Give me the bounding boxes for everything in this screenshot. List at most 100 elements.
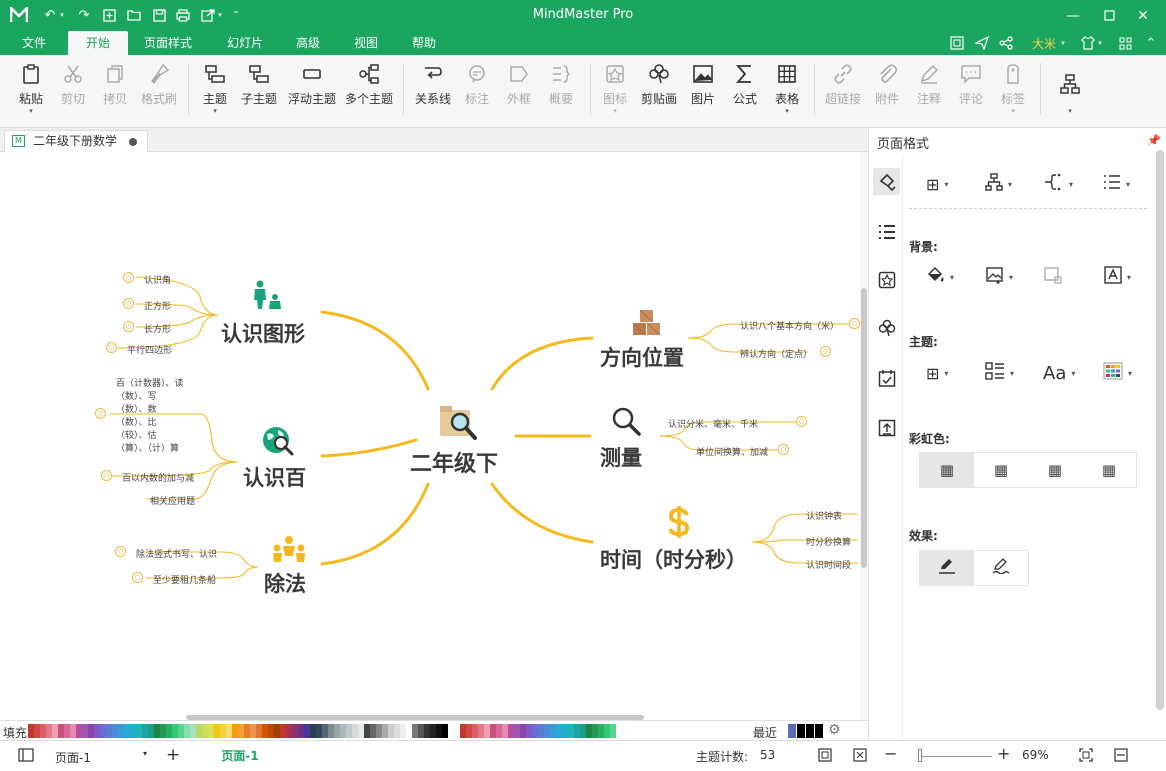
structure-button[interactable]: ▾ bbox=[985, 172, 1012, 196]
color-swatches[interactable] bbox=[28, 724, 616, 738]
boundary-button[interactable]: 外框 bbox=[502, 63, 536, 121]
subtopic-eight-directions[interactable]: 认识八个基本方向（米） bbox=[740, 319, 839, 332]
layout-button[interactable]: ▾ bbox=[1055, 63, 1085, 121]
fullscreen-icon[interactable] bbox=[949, 35, 965, 51]
mindmap-canvas[interactable]: 二年级下 认识图形 ○ 认识角 ○ 正方形 ○ 长方形 ○ 平行四边形 认识百 … bbox=[0, 152, 868, 720]
subtopic-square[interactable]: 正方形 bbox=[144, 299, 171, 312]
connector-style-button[interactable]: ▾ bbox=[1044, 172, 1073, 196]
subtopic-boats[interactable]: 至少要租几条船 bbox=[153, 573, 216, 586]
effect-normal-option[interactable] bbox=[920, 551, 974, 585]
page-panel-icon[interactable] bbox=[18, 747, 34, 763]
subtopic-parallelogram[interactable]: 平行四边形 bbox=[127, 343, 172, 356]
watermark-button[interactable]: ▾ bbox=[1104, 265, 1131, 289]
subtopic-time-conversion[interactable]: 时分秒换算 bbox=[806, 535, 851, 548]
share-icon[interactable] bbox=[998, 35, 1014, 51]
comment-button[interactable]: 评论 bbox=[954, 63, 988, 121]
zoom-level[interactable]: 69% bbox=[1022, 748, 1049, 762]
collapse-panel-icon[interactable] bbox=[1113, 747, 1129, 763]
subtopic-time-period[interactable]: 认识时间段 bbox=[806, 558, 851, 571]
collapse-ribbon-icon[interactable]: ⌃ bbox=[1143, 35, 1159, 51]
tab-view[interactable]: 视图 bbox=[344, 31, 388, 55]
formula-button[interactable]: 公式 bbox=[730, 63, 760, 121]
topic-direction[interactable]: 方向位置 bbox=[600, 342, 684, 372]
export-panel-icon[interactable] bbox=[873, 414, 900, 441]
subtopic-long-division[interactable]: 除法竖式书写、认识 bbox=[136, 547, 217, 560]
rainbow-option-2[interactable]: ▦ bbox=[974, 453, 1028, 487]
recent-color-swatches[interactable] bbox=[788, 724, 824, 738]
attachment-button[interactable]: 附件 bbox=[870, 63, 904, 121]
cut-button[interactable]: 剪切 bbox=[56, 63, 90, 121]
pin-icon[interactable]: 📌 bbox=[1147, 134, 1161, 147]
callout-button[interactable]: 标注 bbox=[460, 63, 494, 121]
user-name[interactable]: 大米 bbox=[1032, 35, 1056, 52]
subtopic-rectangle[interactable]: 长方形 bbox=[144, 322, 171, 335]
summary-button[interactable]: 概要 bbox=[544, 63, 578, 121]
subtopic-word-problems[interactable]: 相关应用题 bbox=[150, 494, 195, 507]
skin-icon[interactable] bbox=[1080, 35, 1096, 51]
rainbow-option-4[interactable]: ▦ bbox=[1082, 453, 1136, 487]
zoom-slider-track[interactable] bbox=[920, 756, 992, 757]
outline-list-icon[interactable] bbox=[873, 218, 900, 245]
subtopic-angle[interactable]: 认识角 bbox=[144, 273, 171, 286]
subtopic-addition[interactable]: 百以内数的加与减 bbox=[122, 471, 194, 484]
tab-file[interactable]: 文件 bbox=[12, 31, 56, 55]
apps-grid-icon[interactable] bbox=[1117, 35, 1133, 51]
background-image-button[interactable]: ▾ bbox=[986, 265, 1013, 289]
icon-button[interactable]: 图标 ▾ bbox=[598, 63, 632, 121]
subtopic-identify-direction[interactable]: 辨认方向（定点） bbox=[740, 347, 812, 360]
fit-window-icon[interactable] bbox=[1078, 747, 1094, 763]
clipart-button[interactable]: 剪贴画 bbox=[638, 63, 680, 121]
send-icon[interactable] bbox=[974, 35, 990, 51]
remove-background-image-button[interactable] bbox=[1044, 265, 1062, 289]
clipart-panel-icon[interactable] bbox=[873, 314, 900, 341]
skin-dropdown-icon[interactable]: ▾ bbox=[1096, 35, 1104, 51]
topic-time[interactable]: 时间（时分秒） bbox=[600, 544, 747, 574]
relationship-button[interactable]: 关系线 bbox=[412, 63, 454, 121]
unsaved-dot-icon[interactable] bbox=[129, 138, 137, 146]
page-select[interactable]: 页面-1 ▾ bbox=[50, 746, 154, 766]
copy-button[interactable]: 拷贝 bbox=[98, 63, 132, 121]
subtopic-units[interactable]: 认识分米、毫米、千米 bbox=[668, 417, 758, 430]
image-button[interactable]: 图片 bbox=[688, 63, 718, 121]
central-topic[interactable]: 二年级下 bbox=[410, 446, 498, 478]
tab-slides[interactable]: 幻灯片 bbox=[220, 31, 270, 55]
layout-style-button[interactable]: ⊞ ▾ bbox=[926, 172, 948, 196]
theme-font-button[interactable]: Aa ▾ bbox=[1043, 361, 1075, 385]
tab-home[interactable]: 开始 bbox=[68, 31, 128, 55]
canvas-vertical-scroll-thumb[interactable] bbox=[861, 288, 867, 568]
topic-division[interactable]: 除法 bbox=[264, 568, 306, 598]
theme-color-button[interactable]: ▾ bbox=[1103, 361, 1132, 385]
document-tab[interactable]: M 二年级下册数学 bbox=[4, 130, 148, 152]
paste-button[interactable]: 粘贴 ▾ bbox=[14, 63, 48, 121]
user-dropdown-icon[interactable]: ▾ bbox=[1059, 35, 1067, 51]
effect-hand-drawn-option[interactable] bbox=[974, 551, 1028, 585]
numbering-button[interactable]: ▾ bbox=[1103, 172, 1130, 196]
tag-button[interactable]: 标签 ▾ bbox=[996, 63, 1030, 121]
page-tab-active[interactable]: 页面-1 bbox=[210, 746, 270, 766]
tab-advanced[interactable]: 高级 bbox=[286, 31, 330, 55]
zoom-in-icon[interactable]: + bbox=[997, 744, 1010, 763]
format-painter-button[interactable]: 格式刷 bbox=[138, 63, 180, 121]
subtopic-clock[interactable]: 认识钟表 bbox=[806, 509, 842, 522]
pane-scrollbar[interactable] bbox=[1156, 150, 1164, 710]
page-format-icon[interactable] bbox=[873, 168, 900, 195]
fit-page-icon[interactable] bbox=[817, 747, 833, 763]
add-page-icon[interactable]: + bbox=[166, 745, 180, 765]
close-button[interactable]: ✕ bbox=[1120, 0, 1166, 31]
topic-measurement[interactable]: 测量 bbox=[600, 442, 642, 472]
topic-button[interactable]: 主题 ▾ bbox=[198, 63, 232, 121]
theme-button[interactable]: ⊞ ▾ bbox=[926, 361, 948, 385]
hyperlink-button[interactable]: 超链接 bbox=[822, 63, 864, 121]
rainbow-option-3[interactable]: ▦ bbox=[1028, 453, 1082, 487]
table-button[interactable]: 表格 ▾ bbox=[772, 63, 802, 121]
tab-page-style[interactable]: 页面样式 bbox=[138, 31, 198, 55]
subtopic-button[interactable]: 子主题 bbox=[239, 63, 279, 121]
floating-topic-button[interactable]: 浮动主题 bbox=[285, 63, 339, 121]
fullscreen-view-icon[interactable] bbox=[852, 747, 868, 763]
topic-shapes[interactable]: 认识图形 bbox=[221, 318, 305, 348]
zoom-out-icon[interactable]: − bbox=[884, 744, 897, 763]
note-button[interactable]: 注释 bbox=[912, 63, 946, 121]
tab-help[interactable]: 帮助 bbox=[402, 31, 446, 55]
subtopic-counting-block[interactable]: 百（计数器）、读 （数）、写 （数）、数 （数）、比 （较）、估 （算）、（计）… bbox=[116, 378, 184, 456]
theme-layout-button[interactable]: ▾ bbox=[985, 361, 1014, 385]
